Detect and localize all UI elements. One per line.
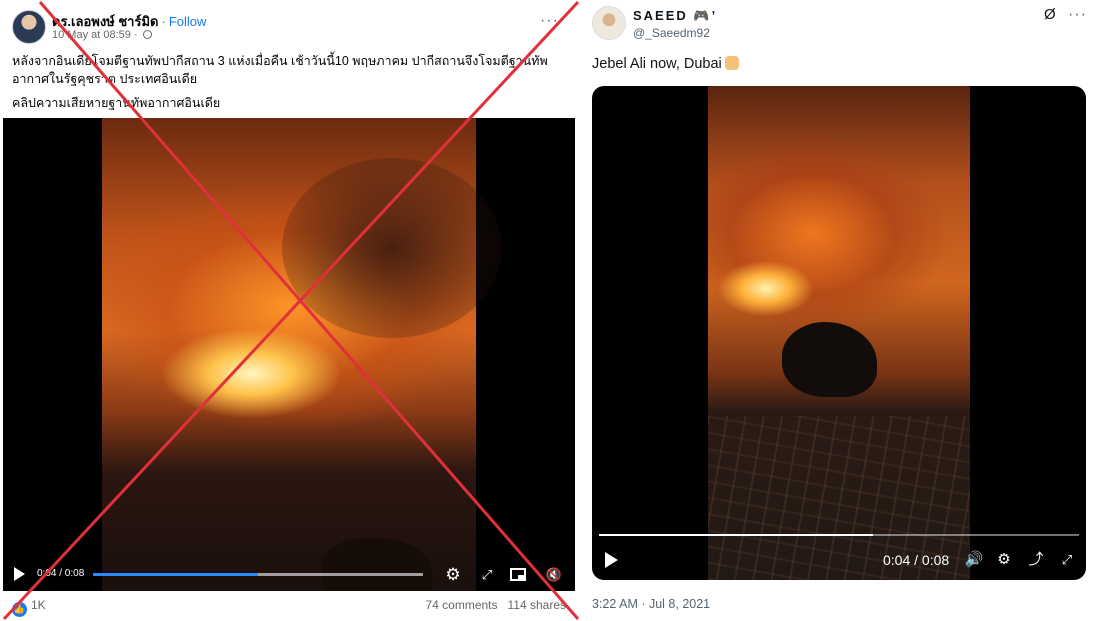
fullscreen-icon[interactable]: ⤢ — [1057, 550, 1077, 570]
expand-icon[interactable]: ⤢ — [477, 565, 497, 585]
play-icon[interactable] — [605, 552, 618, 568]
x-post: SAEED 🎮’ @_Saeedm92 Ø ··· Jebel Ali now,… — [580, 0, 1100, 621]
reaction-summary[interactable]: 👍 1K — [12, 598, 46, 617]
author-display-name[interactable]: SAEED 🎮’ — [633, 8, 717, 24]
video-progress-fill — [599, 534, 873, 536]
author-avatar[interactable] — [592, 6, 626, 40]
grok-icon[interactable]: Ø — [1044, 6, 1056, 23]
author-name[interactable]: ดร.เลอพงษ์ ชาร์มิด — [52, 14, 158, 29]
video-time: 0:04 / 0:08 — [37, 568, 85, 579]
post-text: หลังจากอินเดียโจมตีฐานทัพปากีสถาน 3 แห่ง… — [12, 52, 572, 118]
author-handle[interactable]: @_Saeedm92 — [633, 26, 710, 40]
display-name-emoji: 🎮’ — [693, 8, 718, 23]
post-meta: 10 May at 08:59 · — [52, 29, 152, 41]
more-options-icon[interactable]: ··· — [1068, 6, 1087, 24]
facebook-post: ดร.เลอพงษ์ ชาร์มิด · Follow 10 May at 08:5… — [0, 0, 580, 621]
post-text: Jebel Ali now, Dubai — [592, 56, 739, 72]
display-name-text: SAEED — [633, 8, 688, 23]
video-time: 0:04 / 0:08 — [883, 552, 950, 568]
like-icon: 👍 — [12, 602, 27, 617]
globe-icon — [142, 30, 152, 39]
video-progress-bar[interactable] — [93, 573, 423, 576]
praying-hands-icon — [724, 56, 739, 70]
author-avatar[interactable] — [12, 10, 46, 44]
rotate-icon[interactable]: ⤴ — [1026, 550, 1046, 570]
engagement-stats: 74 comments 114 shares — [415, 598, 566, 612]
play-icon[interactable] — [14, 567, 25, 581]
follow-button[interactable]: Follow — [169, 14, 207, 29]
picture-in-picture-icon[interactable] — [508, 565, 528, 585]
settings-gear-icon[interactable]: ⚙ — [994, 550, 1014, 570]
reaction-count: 1K — [31, 598, 46, 612]
video-controls: 0:04 / 0:08 ⚙ ⤢ 🔇 — [3, 560, 575, 591]
volume-icon[interactable]: 🔊 — [964, 550, 984, 570]
video-progress-fill — [93, 573, 258, 576]
post-timestamp[interactable]: 3:22 AM · Jul 8, 2021 — [592, 597, 710, 611]
video-frame — [102, 118, 502, 591]
mute-volume-icon[interactable]: 🔇 — [544, 565, 564, 585]
separator-dot: · — [161, 14, 166, 29]
more-options-icon[interactable]: ··· — [540, 12, 559, 30]
post-paragraph: คลิปความเสียหายฐานทัพอากาศอินเดีย — [12, 96, 221, 110]
comments-link[interactable]: 74 comments — [425, 598, 497, 612]
settings-gear-icon[interactable]: ⚙ — [443, 565, 463, 585]
post-paragraph: หลังจากอินเดียโจมตีฐานทัพปากีสถาน 3 แห่ง… — [12, 54, 548, 86]
video-player[interactable] — [3, 118, 575, 591]
shares-link[interactable]: 114 shares — [508, 598, 566, 612]
video-progress-bar[interactable] — [599, 534, 1079, 536]
video-player[interactable]: 0:04 / 0:08 🔊 ⚙ ⤴ ⤢ — [592, 86, 1086, 580]
smoke-cloud — [282, 158, 502, 338]
post-text-content: Jebel Ali now, Dubai — [592, 56, 722, 72]
post-timestamp[interactable]: 10 May at 08:59 · — [52, 29, 138, 41]
